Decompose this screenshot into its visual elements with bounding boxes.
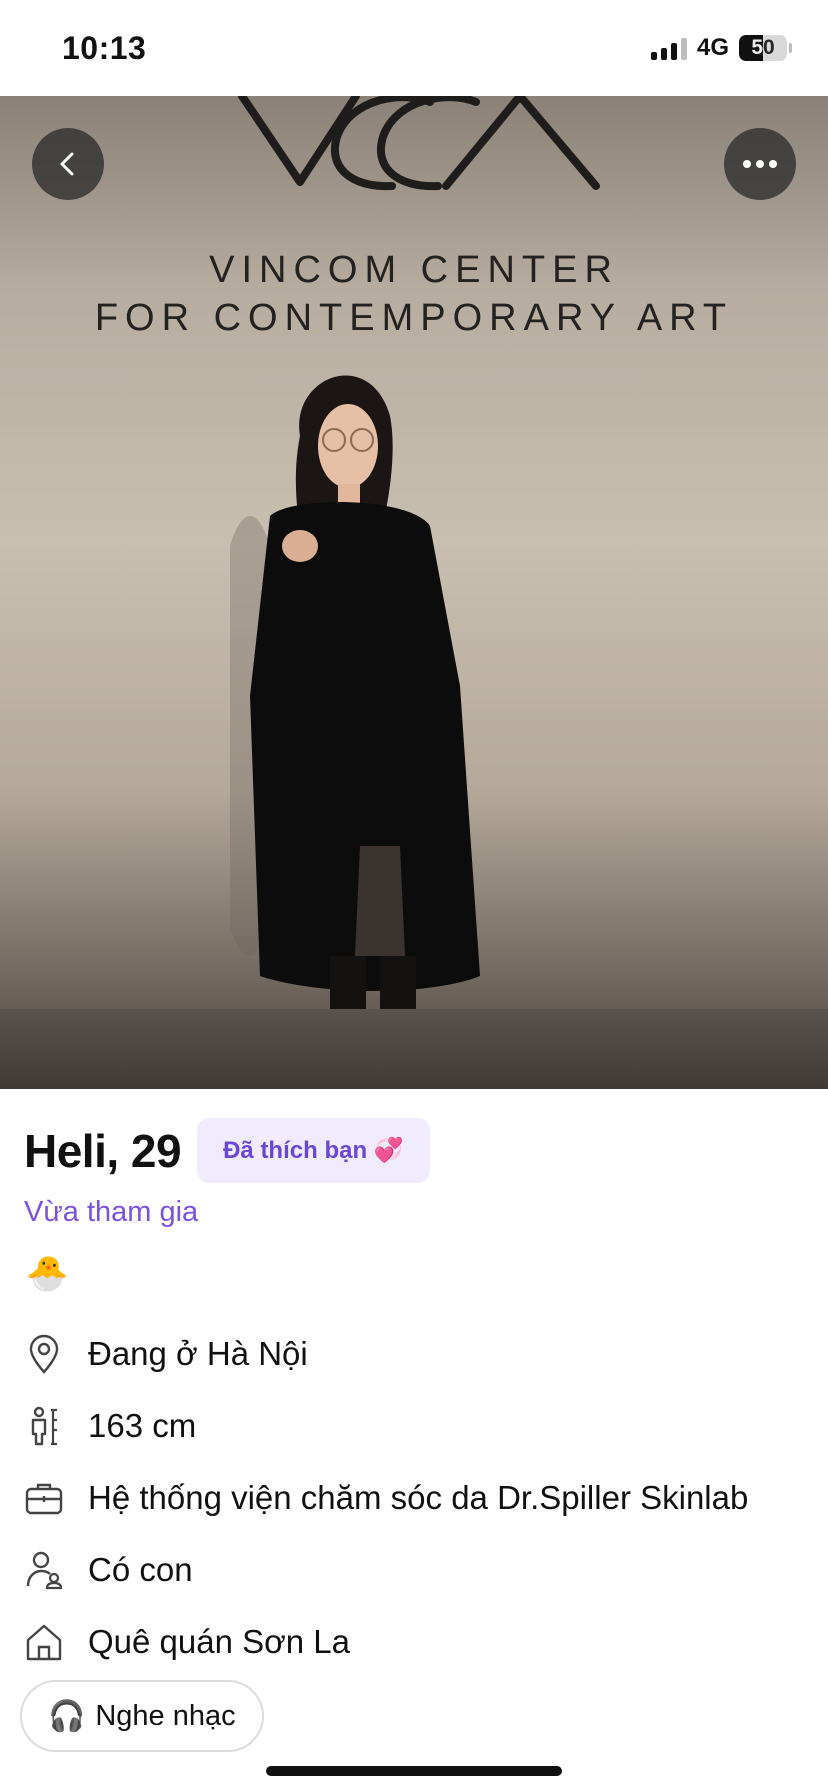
- chevron-left-icon: [60, 152, 74, 176]
- listen-music-label: Nghe nhạc: [95, 1699, 236, 1732]
- sign-line-2: FOR CONTEMPORARY ART: [94, 297, 734, 339]
- detail-hometown: Quê quán Sơn La: [24, 1606, 814, 1678]
- battery-icon: 50: [739, 35, 792, 61]
- status-indicators: 4G 50: [650, 34, 792, 62]
- home-icon: [24, 1622, 64, 1662]
- status-time: 10:13: [62, 30, 147, 66]
- joined-status: Vừa tham gia: [24, 1196, 199, 1228]
- more-options-button[interactable]: [724, 128, 796, 200]
- profile-details: Đang ở Hà Nội 163 cm Hệ thống viện chăm …: [24, 1318, 814, 1678]
- vcca-logo: [0, 96, 828, 205]
- sign-line-1: VINCOM CENTER: [209, 249, 619, 291]
- headphones-icon: 🎧: [48, 1699, 86, 1733]
- floor: [0, 1009, 828, 1089]
- hatching-chick-icon: 🐣: [26, 1254, 68, 1294]
- detail-location: Đang ở Hà Nội: [24, 1318, 814, 1390]
- battery-level: 50: [751, 36, 775, 59]
- detail-text: Quê quán Sơn La: [88, 1623, 351, 1660]
- briefcase-icon: [24, 1478, 64, 1518]
- detail-children: Có con: [24, 1534, 814, 1606]
- name-row: Heli, 29 Đã thích bạn 💞: [24, 1118, 430, 1183]
- home-indicator[interactable]: [266, 1766, 562, 1776]
- detail-workplace: Hệ thống viện chăm sóc da Dr.Spiller Ski…: [24, 1462, 814, 1534]
- detail-text: Hệ thống viện chăm sóc da Dr.Spiller Ski…: [88, 1479, 749, 1516]
- back-button[interactable]: [32, 128, 104, 200]
- listen-music-button[interactable]: 🎧 Nghe nhạc: [20, 1680, 264, 1752]
- location-pin-icon: [24, 1334, 64, 1374]
- person-figure: [210, 356, 530, 1089]
- height-icon: [24, 1406, 64, 1446]
- liked-you-badge: Đã thích bạn 💞: [197, 1118, 430, 1183]
- network-type: 4G: [696, 34, 729, 61]
- gallery-sign: VINCOM CENTER FOR CONTEMPORARY ART: [0, 246, 828, 342]
- status-bar: 10:13 4G 50: [0, 0, 828, 96]
- more-dots-icon: [743, 160, 777, 168]
- detail-height: 163 cm: [24, 1390, 814, 1462]
- detail-text: 163 cm: [88, 1407, 197, 1444]
- family-icon: [24, 1550, 64, 1590]
- profile-photo[interactable]: VINCOM CENTER FOR CONTEMPORARY ART: [0, 96, 828, 1089]
- detail-text: Có con: [88, 1551, 193, 1588]
- chick-emoji: 🐣: [26, 1255, 69, 1293]
- detail-text: Đang ở Hà Nội: [88, 1335, 308, 1372]
- profile-name-age: Heli, 29: [24, 1124, 182, 1177]
- signal-icon: [650, 36, 687, 60]
